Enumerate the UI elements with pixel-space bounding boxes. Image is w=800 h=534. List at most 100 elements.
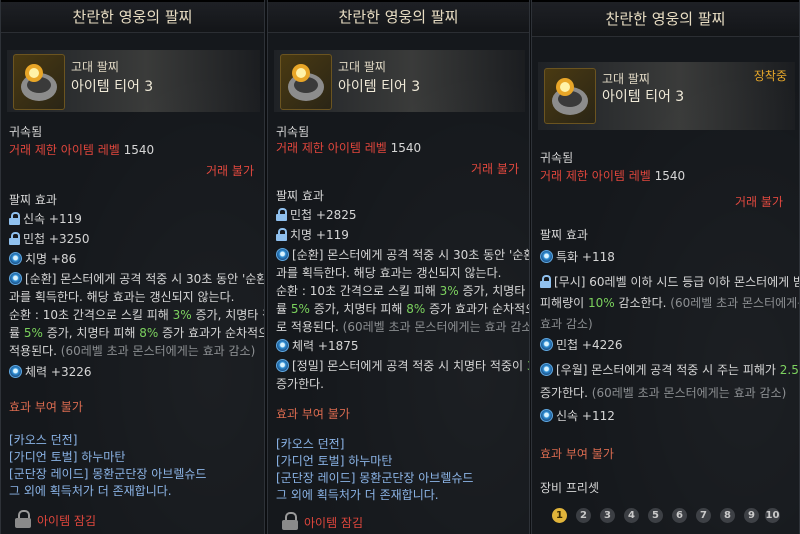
- equipped-badge: 장착중: [753, 69, 787, 83]
- imbue-status: 효과 부여 불가: [540, 447, 614, 461]
- preset-button-10[interactable]: 10: [765, 508, 780, 523]
- trade-level-value: 1540: [123, 143, 155, 157]
- special-effect-line: 과를 획득한다. 해당 효과는 갱신되지 않는다.: [276, 266, 502, 280]
- source-item: [가디언 토벌] 하누마탄: [9, 450, 126, 464]
- lock-icon: [9, 212, 20, 225]
- bound-text: 귀속됨: [540, 151, 574, 165]
- gem-icon: [276, 248, 289, 261]
- gem-icon: [9, 365, 22, 378]
- stat-line: 치명 +119: [276, 227, 349, 243]
- special-effect-line: [순환] 몬스터에게 공격 적중 시 30초 동안 '순환' 효: [9, 271, 264, 287]
- bracelet-icon: [13, 54, 65, 110]
- item-tooltip-2: 찬란한 영웅의 팔찌 고대 팔찌 아이템 티어 3 귀속됨 거래 제한 아이템 …: [267, 0, 530, 534]
- preset-button-1[interactable]: 1: [552, 508, 567, 523]
- source-item: [군단장 레이드] 몽환군단장 아브렐슈드: [9, 467, 207, 481]
- item-tier: 아이템 티어 3: [71, 79, 154, 95]
- effects-title: 팔찌 효과: [9, 193, 57, 207]
- preset-button-6[interactable]: 6: [672, 508, 687, 523]
- gem-icon: [540, 409, 553, 422]
- preset-button-3[interactable]: 3: [600, 508, 615, 523]
- gem-icon: [276, 359, 289, 372]
- trade-level-label: 거래 제한 아이템 레벨: [9, 143, 120, 157]
- trade-level-value: 1540: [390, 141, 422, 155]
- trade-status: 거래 불가: [206, 164, 254, 178]
- trade-level-label: 거래 제한 아이템 레벨: [276, 141, 387, 155]
- item-grade: 고대 팔찌: [338, 60, 386, 74]
- preset-button-7[interactable]: 7: [696, 508, 711, 523]
- gem-icon: [540, 338, 553, 351]
- stat-line: 체력 +1875: [276, 338, 359, 354]
- bound-text: 귀속됨: [9, 125, 43, 139]
- stat-line: 민첩 +4226: [540, 337, 623, 353]
- preset-button-5[interactable]: 5: [648, 508, 663, 523]
- special-effect-line: 효과 감소): [540, 317, 593, 331]
- lock-icon: [540, 275, 551, 288]
- effects-title: 팔찌 효과: [540, 228, 588, 242]
- preset-button-2[interactable]: 2: [576, 508, 591, 523]
- preset-button-4[interactable]: 4: [624, 508, 639, 523]
- item-title: 찬란한 영웅의 팔찌: [268, 2, 529, 33]
- item-header: 고대 팔찌 아이템 티어 3: [7, 50, 260, 112]
- stat-line: 신속 +119: [9, 211, 82, 227]
- imbue-status: 효과 부여 불가: [9, 400, 83, 414]
- preset-button-8[interactable]: 8: [720, 508, 735, 523]
- gem-icon: [9, 252, 22, 265]
- source-item: [가디언 토벌] 하누마탄: [276, 454, 393, 468]
- item-tier: 아이템 티어 3: [602, 89, 685, 105]
- special-effect-line: 피해량이 10% 감소한다. (60레벨 초과 몬스터에게는: [540, 296, 800, 310]
- trade-level-value: 1540: [654, 169, 686, 183]
- gem-icon: [540, 250, 553, 263]
- item-tier: 아이템 티어 3: [338, 79, 421, 95]
- stat-line: 특화 +118: [540, 249, 615, 265]
- item-lock-icon[interactable]: [282, 512, 298, 530]
- item-title: 찬란한 영웅의 팔찌: [532, 2, 799, 37]
- stat-line: 민첩 +2825: [276, 207, 357, 223]
- stat-line: 체력 +3226: [9, 364, 92, 380]
- special-effect-line: 증가한다. (60레벨 초과 몬스터에게는 효과 감소): [540, 386, 787, 400]
- special-effect-line: 순환 : 10초 간격으로 스킬 피해 3% 증가, 치명타 적중: [276, 284, 529, 298]
- trade-level-label: 거래 제한 아이템 레벨: [540, 169, 651, 183]
- lock-icon: [276, 228, 287, 241]
- item-header: 고대 팔찌 아이템 티어 3: [274, 50, 525, 112]
- special-effect-line: [정밀] 몬스터에게 공격 적중 시 치명타 적중이 3%: [276, 358, 529, 374]
- item-lock-icon[interactable]: [15, 510, 31, 528]
- special-effect-line: 률 5% 증가, 치명타 피해 8% 증가 효과가 순차적으로: [9, 326, 264, 340]
- source-item: 그 외에 획득처가 더 존재합니다.: [9, 484, 172, 498]
- source-item: [카오스 던전]: [9, 433, 78, 447]
- lock-icon: [9, 232, 20, 245]
- stat-line: 민첩 +3250: [9, 231, 90, 247]
- special-effect-line: 증가한다.: [276, 377, 324, 391]
- trade-status: 거래 불가: [471, 162, 519, 176]
- imbue-status: 효과 부여 불가: [276, 407, 350, 421]
- trade-level: 거래 제한 아이템 레벨 1540: [540, 168, 685, 184]
- bracelet-icon: [280, 54, 332, 110]
- trade-level: 거래 제한 아이템 레벨 1540: [9, 142, 154, 158]
- bound-text: 귀속됨: [276, 125, 310, 139]
- trade-level: 거래 제한 아이템 레벨 1540: [276, 140, 421, 156]
- item-title: 찬란한 영웅의 팔찌: [1, 2, 264, 33]
- item-tooltip-1: 찬란한 영웅의 팔찌 고대 팔찌 아이템 티어 3 귀속됨 거래 제한 아이템 …: [0, 0, 265, 534]
- source-item: 그 외에 획득처가 더 존재합니다.: [276, 488, 439, 502]
- special-effect-line: 순환 : 10초 간격으로 스킬 피해 3% 증가, 치명타 적중: [9, 308, 264, 322]
- item-grade: 고대 팔찌: [71, 60, 119, 74]
- gem-icon: [540, 363, 553, 376]
- preset-button-9[interactable]: 9: [744, 508, 759, 523]
- special-effect-line: 률 5% 증가, 치명타 피해 8% 증가 효과가 순차적으: [276, 302, 530, 316]
- item-tooltip-3: 찬란한 영웅의 팔찌 고대 팔찌 아이템 티어 3 장착중 귀속됨 거래 제한 …: [531, 0, 800, 534]
- preset-label: 장비 프리셋: [540, 481, 600, 495]
- effects-title: 팔찌 효과: [276, 189, 324, 203]
- special-effect-line: 과를 획득한다. 해당 효과는 갱신되지 않는다.: [9, 290, 235, 304]
- special-effect-line: [순환] 몬스터에게 공격 적중 시 30초 동안 '순환' 효: [276, 247, 529, 263]
- gem-icon: [276, 339, 289, 352]
- special-effect-line: [우월] 몬스터에게 공격 적중 시 주는 피해가 2.5%: [540, 362, 799, 378]
- trade-status: 거래 불가: [735, 195, 783, 209]
- item-header: 고대 팔찌 아이템 티어 3 장착중: [538, 62, 795, 130]
- special-effect-line: 적용된다. (60레벨 초과 몬스터에게는 효과 감소): [9, 344, 256, 358]
- bracelet-icon: [544, 68, 596, 124]
- stat-line: 신속 +112: [540, 408, 615, 424]
- item-lock-label: 아이템 잠김: [304, 516, 364, 530]
- lock-icon: [276, 208, 287, 221]
- gem-icon: [9, 272, 22, 285]
- special-effect-line: [무시] 60레벨 이하 시드 등급 이하 몬스터에게 받는: [540, 274, 799, 290]
- item-grade: 고대 팔찌: [602, 72, 650, 86]
